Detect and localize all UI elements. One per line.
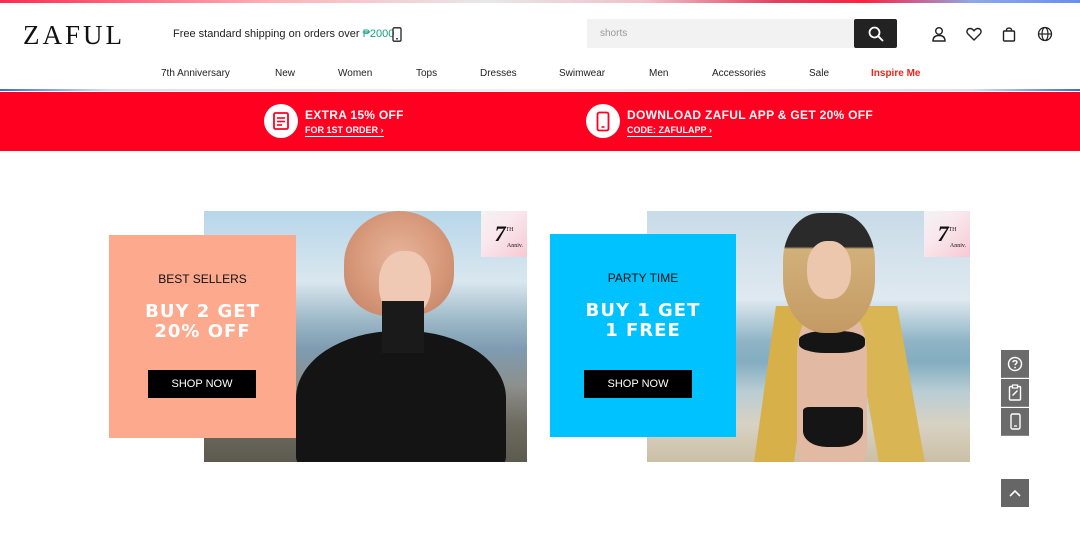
survey-icon bbox=[1008, 384, 1022, 401]
anniversary-badge: 7 TH Anniv. bbox=[924, 211, 970, 257]
card-offer: BUY 1 GET 1 FREE bbox=[550, 301, 736, 341]
arrow-up-icon bbox=[1009, 489, 1021, 497]
card-offer-line1: BUY 2 GET bbox=[145, 301, 260, 322]
promo-bar: EXTRA 15% OFF FOR 1ST ORDER › DOWNLOAD Z… bbox=[0, 92, 1080, 151]
card-offer-line2: 1 FREE bbox=[605, 320, 681, 341]
badge-label: Anniv. bbox=[949, 243, 966, 249]
anniversary-badge: 7 TH Anniv. bbox=[481, 211, 527, 257]
nav-item-swimwear[interactable]: Swimwear bbox=[559, 68, 605, 79]
search-button[interactable] bbox=[854, 19, 897, 48]
badge-number: 7 bbox=[937, 221, 949, 246]
nav-item-women[interactable]: Women bbox=[338, 68, 372, 79]
app-button[interactable] bbox=[1001, 408, 1029, 436]
card-offer: BUY 2 GET 20% OFF bbox=[109, 302, 296, 342]
zaful-logo[interactable]: ZAFUL bbox=[23, 20, 125, 51]
header: ZAFUL Free standard shipping on orders o… bbox=[0, 3, 1080, 61]
promo-app-code-link[interactable]: CODE: ZAFULAPP › bbox=[627, 125, 712, 137]
shop-now-button[interactable]: SHOP NOW bbox=[148, 370, 256, 398]
search-placeholder: shorts bbox=[600, 28, 628, 39]
badge-number: 7 bbox=[494, 221, 506, 246]
card-kicker: PARTY TIME bbox=[607, 271, 679, 285]
bag-icon[interactable] bbox=[1001, 26, 1017, 42]
nav-item-7th-anniversary[interactable]: 7th Anniversary bbox=[161, 68, 230, 79]
nav-item-dresses[interactable]: Dresses bbox=[480, 68, 517, 79]
globe-icon[interactable] bbox=[1037, 26, 1053, 42]
badge-suffix: TH bbox=[505, 227, 514, 233]
shop-now-button[interactable]: SHOP NOW bbox=[584, 370, 692, 398]
shipping-text: Free standard shipping on orders over bbox=[173, 28, 363, 40]
coupon-icon bbox=[264, 104, 298, 138]
nav-item-tops[interactable]: Tops bbox=[416, 68, 437, 79]
back-to-top-button[interactable] bbox=[1001, 479, 1029, 507]
badge-suffix: TH bbox=[948, 227, 957, 233]
wishlist-icon[interactable] bbox=[966, 26, 982, 42]
shipping-notice: Free standard shipping on orders over ₱2… bbox=[173, 28, 394, 40]
help-button[interactable] bbox=[1001, 350, 1029, 378]
phone-icon[interactable] bbox=[392, 27, 402, 42]
search-input[interactable]: shorts bbox=[587, 19, 854, 48]
mobile-app-icon bbox=[586, 104, 620, 138]
survey-button[interactable] bbox=[1001, 379, 1029, 407]
badge-label: Anniv. bbox=[506, 243, 523, 249]
promo-first-order-link[interactable]: FOR 1ST ORDER › bbox=[305, 125, 384, 137]
promo-extra-off-title[interactable]: EXTRA 15% OFF bbox=[305, 108, 404, 122]
promo-app-title[interactable]: DOWNLOAD ZAFUL APP & GET 20% OFF bbox=[627, 108, 873, 122]
help-icon bbox=[1007, 356, 1023, 371]
nav-divider bbox=[0, 89, 1080, 91]
nav-item-sale[interactable]: Sale bbox=[809, 68, 829, 79]
nav-item-accessories[interactable]: Accessories bbox=[712, 68, 766, 79]
main-nav: 7th Anniversary New Women Tops Dresses S… bbox=[0, 61, 1080, 89]
search-icon bbox=[868, 26, 883, 41]
card-offer-line2: 20% OFF bbox=[154, 321, 251, 342]
app-icon bbox=[1009, 413, 1021, 430]
nav-item-new[interactable]: New bbox=[275, 68, 295, 79]
account-icon[interactable] bbox=[931, 26, 947, 42]
promo-card-best-sellers: BEST SELLERS BUY 2 GET 20% OFF SHOP NOW bbox=[109, 235, 296, 438]
card-offer-line1: BUY 1 GET bbox=[585, 300, 701, 321]
nav-item-men[interactable]: Men bbox=[649, 68, 668, 79]
promo-card-party-time: PARTY TIME BUY 1 GET 1 FREE SHOP NOW bbox=[550, 234, 736, 437]
shipping-amount: ₱2000 bbox=[362, 28, 395, 40]
nav-item-inspire-me[interactable]: Inspire Me bbox=[871, 68, 920, 79]
card-kicker: BEST SELLERS bbox=[158, 272, 247, 286]
